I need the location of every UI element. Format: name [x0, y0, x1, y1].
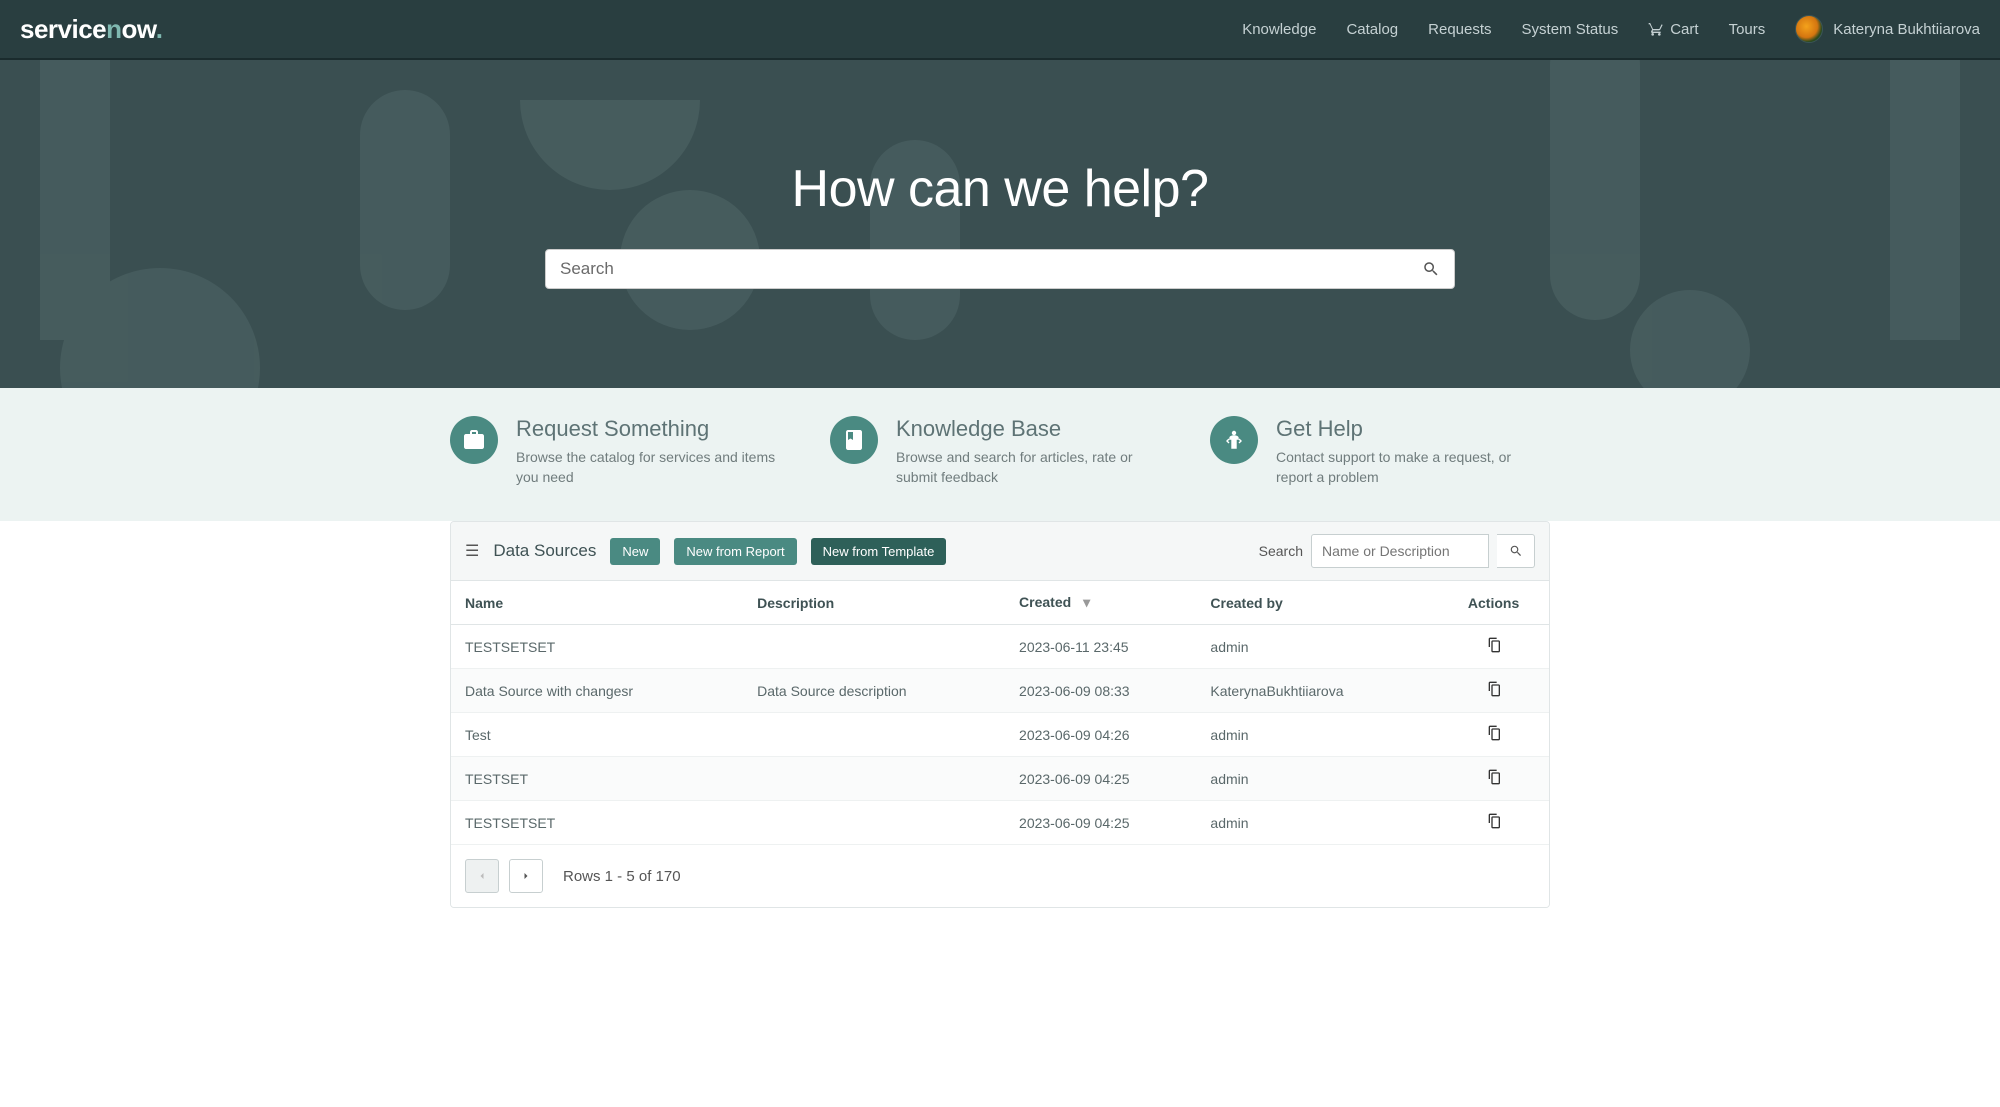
cell-name: Data Source with changesr	[451, 669, 743, 713]
col-created-label: Created	[1019, 594, 1071, 610]
user-name: Kateryna Bukhtiiarova	[1833, 21, 1980, 38]
col-created-by[interactable]: Created by	[1196, 581, 1438, 625]
new-from-report-button[interactable]: New from Report	[674, 538, 796, 565]
quicklink-request[interactable]: Request Something Browse the catalog for…	[450, 416, 790, 487]
panel-search: Search	[1259, 534, 1535, 568]
logo[interactable]: servicenow.	[20, 14, 162, 45]
cell-created-by: admin	[1196, 713, 1438, 757]
panel-search-input[interactable]	[1311, 534, 1489, 568]
cell-created: 2023-06-09 04:25	[1005, 757, 1196, 801]
cell-name: Test	[451, 713, 743, 757]
cell-description	[743, 625, 1005, 669]
quicklink-desc: Contact support to make a request, or re…	[1276, 448, 1550, 487]
cell-actions	[1438, 801, 1549, 845]
cell-name: TESTSET	[451, 757, 743, 801]
quicklink-title: Knowledge Base	[896, 416, 1170, 442]
cell-created-by: admin	[1196, 801, 1438, 845]
cell-actions	[1438, 713, 1549, 757]
cell-created: 2023-06-11 23:45	[1005, 625, 1196, 669]
quicklink-desc: Browse and search for articles, rate or …	[896, 448, 1170, 487]
hero-search[interactable]	[545, 249, 1455, 289]
user-menu[interactable]: Kateryna Bukhtiiarova	[1795, 15, 1980, 43]
nav-catalog[interactable]: Catalog	[1346, 21, 1398, 38]
chevron-right-icon	[520, 870, 532, 882]
cell-actions	[1438, 625, 1549, 669]
hero: How can we help?	[0, 60, 2000, 388]
hero-search-input[interactable]	[560, 259, 1422, 279]
logo-text-1: service	[20, 14, 106, 44]
cell-created-by: admin	[1196, 625, 1438, 669]
table-row[interactable]: TESTSETSET 2023-06-09 04:25admin	[451, 801, 1549, 845]
table-row[interactable]: Test 2023-06-09 04:26admin	[451, 713, 1549, 757]
panel-search-label: Search	[1259, 543, 1303, 559]
pager-text: Rows 1 - 5 of 170	[563, 868, 681, 885]
nav-requests[interactable]: Requests	[1428, 21, 1491, 38]
col-description[interactable]: Description	[743, 581, 1005, 625]
cell-name: TESTSETSET	[451, 801, 743, 845]
sort-desc-icon: ▾	[1083, 594, 1090, 610]
quicklink-title: Request Something	[516, 416, 790, 442]
quicklink-desc: Browse the catalog for services and item…	[516, 448, 790, 487]
quicklink-title: Get Help	[1276, 416, 1550, 442]
cell-created: 2023-06-09 04:26	[1005, 713, 1196, 757]
cell-description	[743, 801, 1005, 845]
copy-icon[interactable]	[1486, 681, 1502, 697]
top-nav: servicenow. Knowledge Catalog Requests S…	[0, 0, 2000, 60]
menu-icon[interactable]: ☰	[465, 541, 479, 561]
nav-right: Knowledge Catalog Requests System Status…	[1242, 15, 1980, 43]
data-table: Name Description Created ▾ Created by Ac…	[451, 580, 1549, 845]
cell-actions	[1438, 669, 1549, 713]
col-created[interactable]: Created ▾	[1005, 581, 1196, 625]
cart-label: Cart	[1670, 21, 1698, 38]
book-icon	[830, 416, 878, 464]
hero-bg	[0, 60, 2000, 388]
nav-tours[interactable]: Tours	[1729, 21, 1766, 38]
table-row[interactable]: TESTSETSET 2023-06-11 23:45admin	[451, 625, 1549, 669]
panel-header: ☰ Data Sources New New from Report New f…	[451, 522, 1549, 580]
person-icon	[1210, 416, 1258, 464]
cart-icon	[1648, 21, 1664, 37]
cell-description	[743, 713, 1005, 757]
search-icon	[1509, 544, 1523, 558]
logo-text-3: ow	[122, 14, 156, 44]
avatar	[1795, 15, 1823, 43]
cell-description: Data Source description	[743, 669, 1005, 713]
quicklink-help[interactable]: Get Help Contact support to make a reque…	[1210, 416, 1550, 487]
cell-created-by: KaterynaBukhtiiarova	[1196, 669, 1438, 713]
search-icon[interactable]	[1422, 260, 1440, 278]
quicklinks-band: Request Something Browse the catalog for…	[0, 388, 2000, 521]
cell-created: 2023-06-09 08:33	[1005, 669, 1196, 713]
quicklink-kb[interactable]: Knowledge Base Browse and search for art…	[830, 416, 1170, 487]
chevron-left-icon	[476, 870, 488, 882]
next-page-button[interactable]	[509, 859, 543, 893]
hero-title: How can we help?	[792, 159, 1209, 219]
panel-title: Data Sources	[493, 541, 596, 561]
new-from-template-button[interactable]: New from Template	[811, 538, 947, 565]
briefcase-icon	[450, 416, 498, 464]
data-sources-panel: ☰ Data Sources New New from Report New f…	[450, 521, 1550, 908]
nav-cart[interactable]: Cart	[1648, 21, 1698, 38]
table-row[interactable]: TESTSET 2023-06-09 04:25admin	[451, 757, 1549, 801]
col-actions: Actions	[1438, 581, 1549, 625]
nav-knowledge[interactable]: Knowledge	[1242, 21, 1316, 38]
cell-created: 2023-06-09 04:25	[1005, 801, 1196, 845]
cell-created-by: admin	[1196, 757, 1438, 801]
copy-icon[interactable]	[1486, 769, 1502, 785]
new-button[interactable]: New	[610, 538, 660, 565]
cell-name: TESTSETSET	[451, 625, 743, 669]
col-name[interactable]: Name	[451, 581, 743, 625]
nav-system-status[interactable]: System Status	[1522, 21, 1619, 38]
prev-page-button	[465, 859, 499, 893]
cell-actions	[1438, 757, 1549, 801]
pager: Rows 1 - 5 of 170	[451, 845, 1549, 907]
table-row[interactable]: Data Source with changesrData Source des…	[451, 669, 1549, 713]
logo-text-2: n	[106, 14, 121, 44]
copy-icon[interactable]	[1486, 637, 1502, 653]
cell-description	[743, 757, 1005, 801]
copy-icon[interactable]	[1486, 725, 1502, 741]
copy-icon[interactable]	[1486, 813, 1502, 829]
panel-search-button[interactable]	[1497, 534, 1535, 568]
